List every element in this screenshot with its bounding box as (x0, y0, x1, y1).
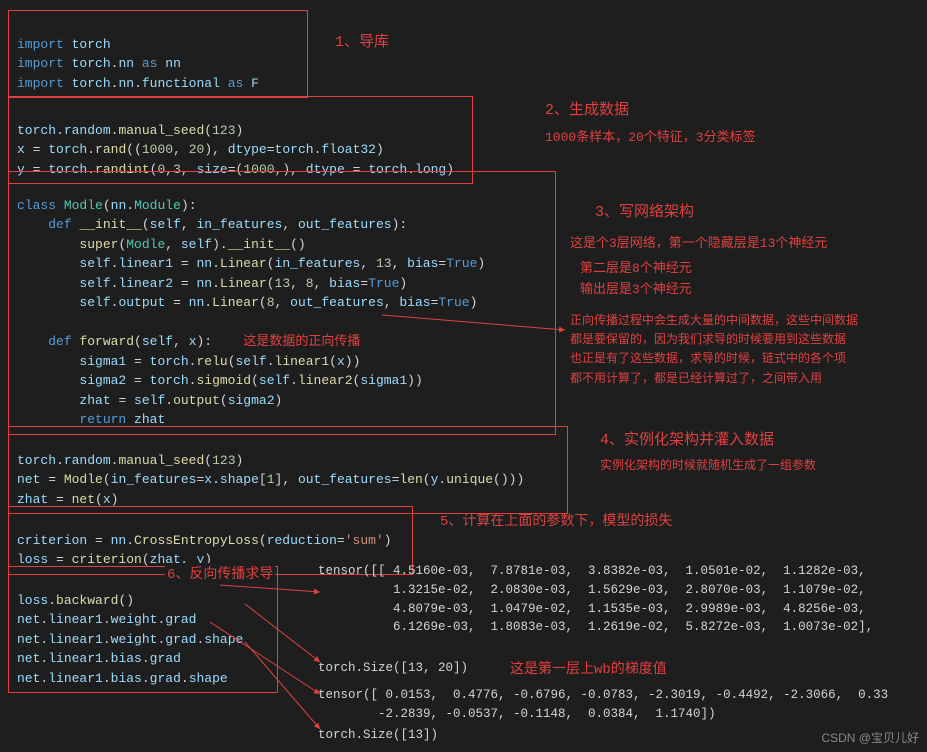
code-box-class: class Modle(nn.Module): def __init__(sel… (8, 171, 556, 435)
annotation-5: 5、计算在上面的参数下，模型的损失 (440, 510, 672, 530)
output-size-2: torch.Size([13]) (318, 726, 438, 745)
annotation-3-desc: 正向传播过程中会生成大量的中间数据，这些中间数据 都是要保留的，因为我们求导的时… (570, 312, 858, 389)
annotation-1: 1、导库 (335, 30, 389, 51)
annotation-3-line3: 输出层是3个神经元 (580, 278, 692, 297)
code-box-imports: import torch import torch.nn as nn impor… (8, 10, 308, 98)
annotation-2-title: 2、生成数据 (545, 98, 629, 119)
annotation-3-line2: 第二层是8个神经元 (580, 257, 692, 276)
annotation-forward: 这是数据的正向传播 (243, 334, 360, 349)
code-box-backward: loss.backward() net.linear1.weight.grad … (8, 566, 278, 693)
annotation-3-line1: 这是个3层网络，第一个隐藏层是13个神经元 (570, 232, 827, 251)
annotation-4-title: 4、实例化架构并灌入数据 (600, 428, 774, 449)
annotation-2-desc: 1000条样本，20个特征，3分类标签 (545, 126, 756, 145)
annotation-4-desc: 实例化架构的时候就随机生成了一组参数 (600, 456, 816, 473)
output-tensor-1: tensor([[ 4.5160e-03, 7.8781e-03, 3.8382… (318, 562, 873, 637)
annotation-3-title: 3、写网络架构 (595, 200, 694, 221)
code-box-instantiate: torch.random.manual_seed(123) net = Modl… (8, 426, 568, 514)
watermark: CSDN @宝贝儿好 (821, 729, 919, 746)
output-size-1: torch.Size([13, 20]) (318, 659, 468, 678)
annotation-7: 这是第一层上wb的梯度值 (510, 658, 667, 678)
output-tensor-2: tensor([ 0.0153, 0.4776, -0.6796, -0.078… (318, 686, 888, 724)
annotation-6: 6、反向传播求导 (165, 563, 275, 583)
